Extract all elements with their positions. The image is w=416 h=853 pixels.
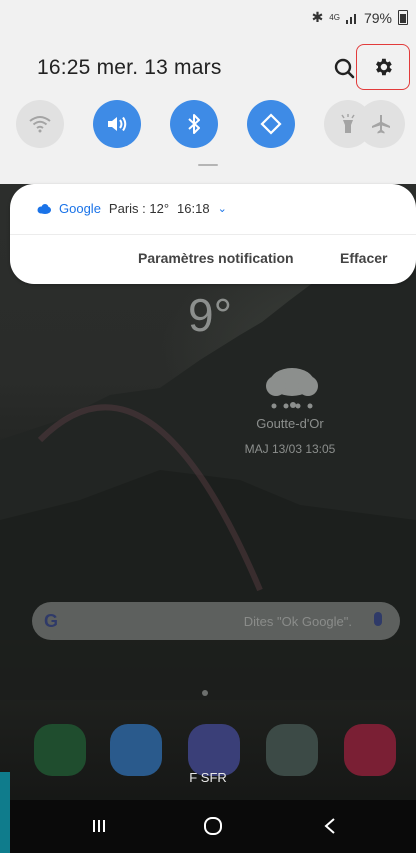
weather-update-time: MAJ 13/03 13:05 [244, 442, 336, 456]
cloud-icon [37, 203, 51, 214]
phone-app-icon[interactable] [34, 724, 86, 776]
tile-wifi[interactable] [16, 100, 64, 148]
page-indicator [202, 690, 208, 696]
bluetooth-status-icon: ✱ [311, 9, 324, 25]
tile-bluetooth[interactable] [170, 100, 218, 148]
panel-drag-handle[interactable] [198, 164, 218, 166]
notification-app-name: Google [59, 201, 101, 216]
weather-temperature: 9° [188, 289, 232, 341]
clock-date[interactable]: 16:25 mer. 13 mars [37, 56, 222, 80]
navigation-bar [10, 800, 416, 853]
weather-location: Goutte-d'Or [256, 416, 324, 431]
quick-settings-panel: 16:25 mer. 13 mars [0, 36, 416, 184]
back-button[interactable] [315, 814, 345, 838]
camera-app-icon[interactable] [344, 724, 396, 776]
notification-header: Google Paris : 12° 16:18 ⌄ [36, 201, 227, 216]
signal-icon [345, 13, 356, 24]
location-pin-icon [290, 402, 296, 408]
battery-icon [398, 10, 408, 25]
home-icon [204, 817, 222, 835]
wifi-icon [29, 116, 51, 133]
card-divider [10, 234, 416, 235]
clear-notifications-button[interactable]: Effacer [340, 250, 387, 266]
internet-app-icon[interactable] [188, 724, 240, 776]
messages-app-icon[interactable] [110, 724, 162, 776]
notification-time: 16:18 [177, 201, 210, 216]
quick-tiles-row [16, 100, 405, 148]
back-icon [324, 818, 335, 834]
google-search-widget[interactable]: G Dites "Ok Google". [32, 602, 400, 640]
google-logo-icon: G [44, 611, 59, 631]
notification-text: Paris : 12° [108, 201, 170, 216]
microphone-icon[interactable] [374, 612, 382, 626]
network-4g-icon: 4G [329, 12, 340, 22]
notification-settings-button[interactable]: Paramètres notification [138, 250, 294, 266]
flashlight-icon [341, 114, 355, 133]
recent-apps-button[interactable] [84, 814, 114, 838]
play-store-app-icon[interactable] [266, 724, 318, 776]
chevron-down-icon[interactable]: ⌄ [218, 202, 227, 215]
recent-apps-icon [93, 820, 105, 832]
auto-rotate-icon [260, 113, 282, 135]
sound-icon [108, 116, 127, 132]
search-widget-hint: Dites "Ok Google". [243, 614, 352, 629]
settings-button[interactable] [356, 44, 410, 90]
airplane-icon [372, 115, 390, 134]
carrier-label: F SFR [189, 770, 227, 785]
battery-percent: 79% [363, 9, 392, 26]
notification-card[interactable]: Google Paris : 12° 16:18 ⌄ Paramètres no… [10, 184, 416, 284]
tile-sound[interactable] [93, 100, 141, 148]
bluetooth-icon [188, 114, 200, 134]
status-bar: ✱ 4G 79% [0, 0, 416, 36]
teal-edge [0, 772, 10, 853]
gear-icon [376, 58, 392, 76]
tile-airplane-mode[interactable] [357, 100, 405, 148]
home-button[interactable] [198, 814, 228, 838]
tile-auto-rotate[interactable] [247, 100, 295, 148]
